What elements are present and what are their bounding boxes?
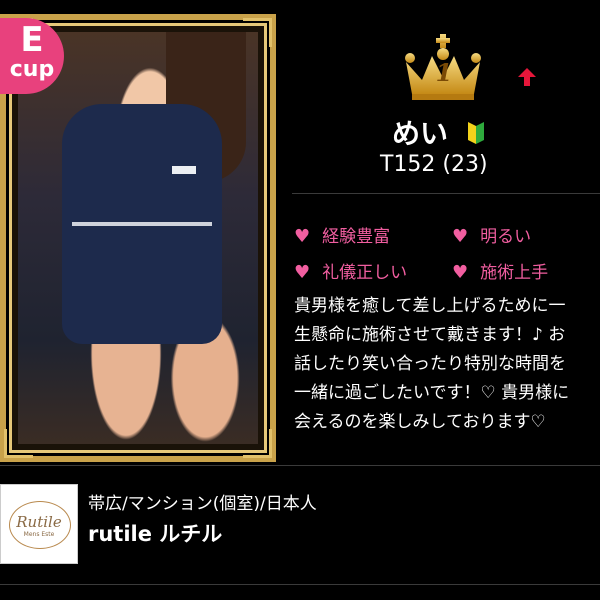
rank-up-arrow-icon [518, 68, 536, 86]
description-line: 貴男様を癒して差し上げるために一 [294, 296, 566, 316]
divider [0, 584, 600, 585]
feature-tag: ♥ 施術上手 [452, 262, 549, 283]
frame-ornament-icon [4, 429, 33, 458]
description-line: 会えるのを楽しみしております♡ [294, 412, 546, 432]
shop-logo[interactable]: Rutile Mens Este [0, 484, 78, 564]
description-line: 一緒に過ごしたいです！♡ 貴男様に [294, 383, 570, 403]
heart-icon: ♥ [452, 262, 469, 283]
description-line: 生懸命に施術させて戴きます！♪ お [294, 325, 566, 345]
therapist-name: めい [392, 117, 449, 150]
feature-tag: ♥ 経験豊富 [294, 226, 391, 247]
logo-text: Rutile [16, 513, 62, 531]
cup-letter: E [20, 20, 44, 60]
heart-icon: ♥ [294, 226, 311, 247]
frame-ornament-icon [243, 18, 272, 47]
heart-icon: ♥ [452, 226, 469, 247]
shop-area: 帯広/マンション(個室)/日本人 [88, 494, 317, 514]
description-line: 話したり笑い合ったり特別な時間を [294, 354, 566, 374]
divider [0, 465, 600, 466]
feature-tag: ♥ 礼儀正しい [294, 262, 408, 283]
beginner-mark-icon [468, 122, 484, 144]
divider [292, 193, 600, 194]
shop-name-link[interactable]: rutile ルチル [88, 518, 222, 548]
feature-tag: ♥ 明るい [452, 226, 532, 247]
logo-subtext: Mens Este [23, 531, 55, 538]
profile-description: 貴男様を癒して差し上げるために一 生懸命に施術させて戴きます！♪ お 話したり笑… [294, 292, 600, 437]
cup-unit: cup [9, 57, 55, 82]
rank-number: 1 [435, 58, 453, 87]
height-age: T152 (23) [380, 152, 488, 177]
heart-icon: ♥ [294, 262, 311, 283]
frame-ornament-icon [243, 429, 272, 458]
